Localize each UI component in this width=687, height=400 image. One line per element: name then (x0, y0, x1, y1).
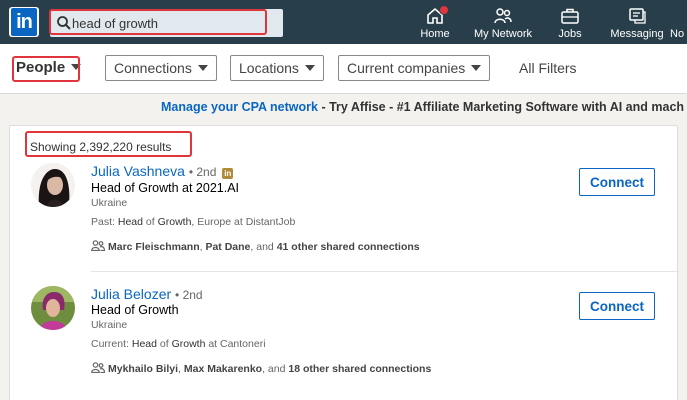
sponsored-ad-line[interactable]: Manage your CPA network - Try Affise - #… (161, 100, 684, 114)
shared-connections[interactable]: Mykhailo Bilyi, Max Makarenko, and 18 ot… (91, 362, 431, 375)
nav-label-jobs: Jobs (558, 28, 582, 40)
person-name[interactable]: Julia Vashneva • 2nd in (91, 163, 234, 179)
all-filters-link[interactable]: All Filters (519, 60, 577, 76)
shared-and: , and (250, 241, 277, 253)
filter-current-companies-button[interactable]: Current companies (338, 55, 491, 81)
nav-item-notifications[interactable]: No (670, 0, 687, 44)
premium-badge-icon: in (222, 168, 234, 179)
results-count-highlight-box (25, 131, 192, 157)
nav-item-jobs[interactable]: Jobs (550, 0, 590, 44)
shared-connection-count: 41 other shared connections (276, 241, 420, 253)
connect-button[interactable]: Connect (579, 168, 655, 196)
search-result-item: Julia Vashneva • 2nd in Head of Growth a… (10, 162, 679, 272)
shared-connections-icon (91, 240, 105, 251)
shared-connections-icon (91, 362, 105, 373)
person-name-text: Julia Belozer (91, 286, 172, 302)
connection-degree: • 2nd (188, 165, 217, 179)
nav-item-my-network[interactable]: My Network (472, 0, 534, 44)
nav-item-home[interactable]: Home (413, 0, 457, 44)
shared-connection-name: Mykhailo Bilyi (108, 363, 179, 375)
experience-suffix: , Europe at DistantJob (191, 216, 296, 228)
avatar[interactable] (31, 163, 75, 207)
experience-suffix: at Cantoneri (205, 338, 266, 350)
connection-degree: • 2nd (175, 288, 203, 302)
linkedin-logo-text: in (11, 8, 37, 36)
shared-connection-count: 18 other shared connections (288, 363, 432, 375)
person-experience: Current: Head of Growth at Cantoneri (91, 338, 266, 350)
person-name[interactable]: Julia Belozer • 2nd (91, 286, 203, 302)
filter-locations-button[interactable]: Locations (230, 55, 324, 81)
avatar[interactable] (31, 286, 75, 330)
people-filter-highlight-box (12, 56, 80, 82)
shared-connection-name: Marc Fleischmann (108, 241, 200, 253)
messaging-icon (629, 8, 646, 24)
person-headline: Head of Growth (91, 303, 179, 317)
person-location: Ukraine (91, 319, 128, 331)
nav-label-messaging: Messaging (610, 28, 664, 40)
top-navigation-bar: in Home My Network Jobs (0, 0, 687, 44)
filter-connections-button[interactable]: Connections (105, 55, 217, 81)
chevron-down-icon (471, 65, 482, 71)
shared-connection-name: Pat Dane (205, 241, 251, 253)
experience-prefix: Past: (91, 216, 118, 228)
chevron-down-icon (197, 65, 208, 71)
experience-mid: of (142, 216, 158, 228)
notification-dot (439, 5, 449, 15)
briefcase-icon (561, 8, 579, 24)
nav-label-home: Home (420, 28, 450, 40)
experience-keyword: Growth (171, 338, 206, 350)
result-divider (91, 271, 679, 272)
shared-connections[interactable]: Marc Fleischmann, Pat Dane, and 41 other… (91, 240, 420, 253)
experience-keyword: Head (131, 338, 157, 350)
person-headline: Head of Growth at 2021.AI (91, 181, 240, 195)
my-network-icon (494, 8, 512, 24)
filter-connections-label: Connections (114, 60, 192, 76)
ad-link[interactable]: Manage your CPA network (161, 100, 318, 114)
search-filter-bar: People Connections Locations Current com… (0, 44, 687, 94)
linkedin-logo[interactable]: in (9, 7, 39, 37)
experience-mid: of (156, 338, 172, 350)
connect-button[interactable]: Connect (579, 292, 655, 320)
experience-prefix: Current: (91, 338, 132, 350)
search-highlight-box (49, 9, 267, 35)
nav-label-my-network: My Network (473, 28, 533, 40)
person-name-text: Julia Vashneva (91, 163, 185, 179)
search-result-item: Julia Belozer • 2nd Head of Growth Ukrai… (10, 286, 679, 400)
experience-keyword: Head (117, 216, 143, 228)
profile-photo (31, 163, 75, 207)
filter-locations-label: Locations (239, 60, 299, 76)
shared-connection-name: Max Makarenko (183, 363, 263, 375)
experience-keyword: Growth (157, 216, 192, 228)
search-results-card: Showing 2,392,220 results Julia Vashneva… (9, 125, 679, 400)
person-location: Ukraine (91, 197, 128, 209)
nav-item-messaging[interactable]: Messaging (608, 0, 666, 44)
ad-separator: - (317, 100, 330, 114)
ad-body-text: Try Affise - #1 Affiliate Marketing Soft… (329, 100, 685, 114)
person-experience: Past: Head of Growth, Europe at DistantJ… (91, 216, 295, 228)
nav-label-notifications: No (670, 28, 685, 40)
shared-and: , and (262, 363, 289, 375)
filter-current-companies-label: Current companies (347, 60, 466, 76)
chevron-down-icon (304, 65, 315, 71)
profile-photo (31, 286, 75, 330)
